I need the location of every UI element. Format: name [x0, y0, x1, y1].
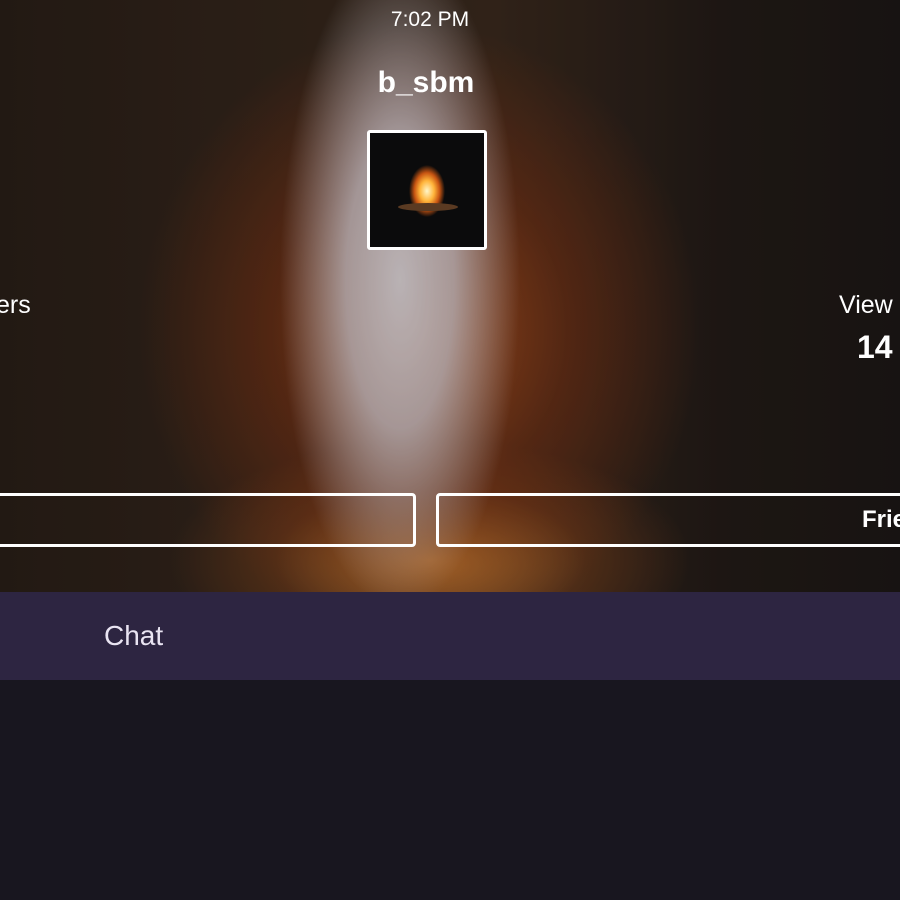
profile-header-background: 7:02 PM b_sbm ers View 14 r Frie: [0, 0, 900, 592]
campfire-icon: [398, 203, 458, 211]
status-time: 7:02 PM: [390, 8, 470, 31]
left-action-button[interactable]: r: [0, 493, 416, 547]
content-area: [0, 680, 900, 900]
tab-bar: Chat: [0, 592, 900, 680]
profile-avatar[interactable]: [367, 130, 487, 250]
stat-left-label: ers: [0, 291, 31, 319]
stat-views-label: View: [839, 291, 893, 319]
friends-button-label: Frie: [862, 506, 900, 533]
tab-chat[interactable]: Chat: [104, 592, 163, 680]
friends-button[interactable]: Frie: [436, 493, 900, 547]
profile-username: b_sbm: [377, 66, 475, 99]
stat-views-value: 14: [857, 329, 893, 365]
